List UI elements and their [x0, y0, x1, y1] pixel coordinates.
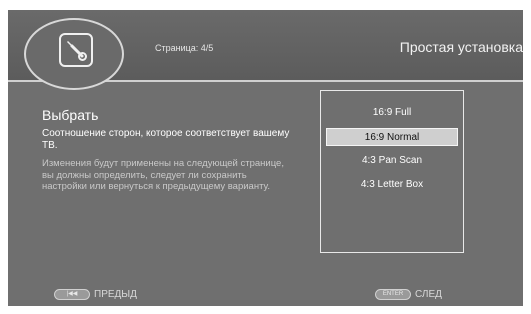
option-4-3-letter-box[interactable]: 4:3 Letter Box	[326, 176, 458, 194]
info-panel: Выбрать Соотношение сторон, которое соот…	[42, 107, 292, 193]
section-description: Соотношение сторон, которое соответствуе…	[42, 128, 290, 151]
page-indicator: Страница: 4/5	[155, 43, 214, 53]
option-4-3-pan-scan[interactable]: 4:3 Pan Scan	[326, 152, 458, 170]
enter-icon: ENTER	[375, 289, 411, 300]
screen-title: Простая установка	[399, 39, 523, 55]
logo-badge	[24, 18, 124, 90]
aspect-ratio-list: 16:9 Full 16:9 Normal 4:3 Pan Scan 4:3 L…	[320, 90, 464, 253]
next-button[interactable]: ENTER СЛЕД	[375, 289, 442, 300]
wrench-icon	[59, 33, 93, 67]
back-button[interactable]: |◀◀ ПРЕДЫД	[54, 289, 137, 300]
back-label: ПРЕДЫД	[94, 289, 137, 300]
setup-screen: Страница: 4/5 Простая установка Выбрать …	[8, 10, 523, 306]
section-heading: Выбрать	[42, 107, 99, 123]
skip-back-icon: |◀◀	[54, 289, 90, 300]
next-label: СЛЕД	[415, 289, 442, 300]
option-16-9-normal[interactable]: 16:9 Normal	[326, 128, 458, 146]
option-16-9-full[interactable]: 16:9 Full	[326, 104, 458, 122]
section-note: Изменения будут применены на следующей с…	[42, 158, 284, 192]
